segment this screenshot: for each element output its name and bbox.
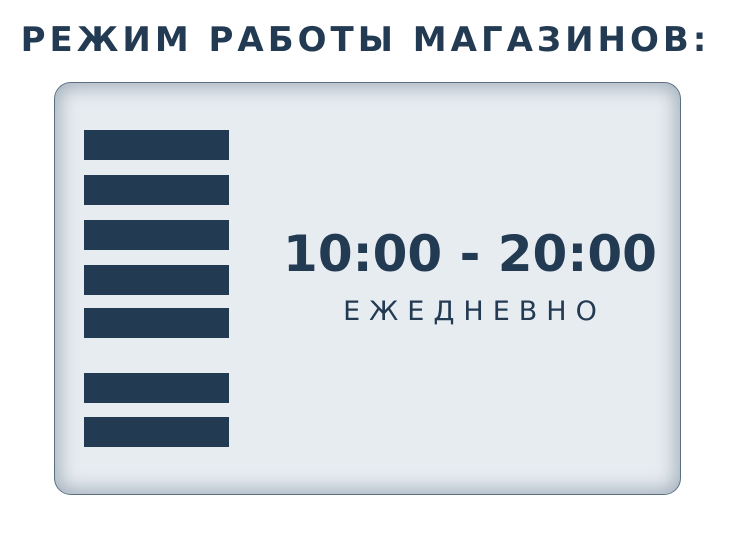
weekday-bars [84, 83, 229, 494]
opening-hours: 10:00 - 20:00 [283, 225, 657, 283]
weekday-bar-4 [84, 265, 229, 295]
weekday-bar-2 [84, 175, 229, 205]
weekday-bar-6 [84, 373, 229, 403]
weekday-bar-1 [84, 130, 229, 160]
weekday-bar-5 [84, 308, 229, 338]
weekday-bar-3 [84, 220, 229, 250]
schedule-label: ЕЖЕДНЕВНО [343, 296, 606, 327]
hours-card: 10:00 - 20:00 ЕЖЕДНЕВНО [54, 82, 681, 495]
page-title: РЕЖИМ РАБОТЫ МАГАЗИНОВ: [20, 20, 711, 60]
weekday-bar-7 [84, 417, 229, 447]
